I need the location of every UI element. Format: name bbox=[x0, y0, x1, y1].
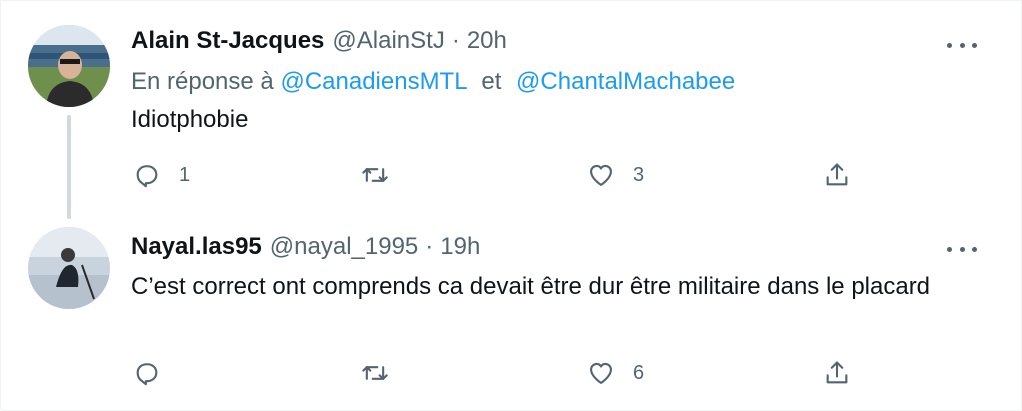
retweet-icon bbox=[362, 168, 388, 182]
tweet-header: Alain St-Jacques @AlainStJ · 20h bbox=[131, 27, 507, 55]
heart-icon bbox=[590, 164, 612, 186]
separator: · bbox=[425, 233, 434, 260]
avatar[interactable] bbox=[28, 227, 110, 309]
timestamp[interactable]: 19h bbox=[440, 233, 480, 261]
author-handle[interactable]: @AlainStJ bbox=[332, 27, 444, 55]
timestamp[interactable]: 20h bbox=[467, 27, 507, 55]
tweet-header: Nayal.las95 @nayal_1995 · 19h bbox=[131, 233, 480, 261]
mention-link[interactable]: @CanadiensMTL bbox=[280, 68, 466, 95]
tweet-thread: Alain St-Jacques @AlainStJ · 20h En répo… bbox=[0, 0, 1022, 411]
reply-count: 1 bbox=[179, 163, 191, 186]
like-button[interactable]: 6 bbox=[587, 353, 644, 393]
share-icon bbox=[826, 163, 848, 186]
tweet-text: C’est correct ont comprends ca devait êt… bbox=[131, 273, 931, 300]
author-handle[interactable]: @nayal_1995 bbox=[270, 233, 418, 261]
reply-button[interactable]: 1 bbox=[133, 155, 190, 195]
more-icon[interactable] bbox=[947, 39, 977, 51]
reply-context: En réponse à @CanadiensMTL et @ChantalMa… bbox=[131, 68, 735, 96]
heart-icon bbox=[590, 362, 612, 384]
author-name[interactable]: Nayal.las95 bbox=[131, 233, 262, 261]
reply-prefix: En réponse à bbox=[131, 68, 274, 95]
retweet-icon bbox=[362, 366, 388, 380]
reply-joiner: et bbox=[481, 68, 502, 95]
share-button[interactable] bbox=[823, 353, 851, 393]
like-count: 6 bbox=[633, 361, 645, 384]
reply-button[interactable] bbox=[133, 353, 179, 393]
action-bar: 1 3 bbox=[131, 155, 871, 195]
avatar[interactable] bbox=[28, 25, 110, 107]
reply-icon bbox=[136, 165, 158, 188]
more-icon[interactable] bbox=[947, 243, 977, 255]
author-name[interactable]: Alain St-Jacques bbox=[131, 27, 324, 55]
share-icon bbox=[826, 361, 848, 384]
share-button[interactable] bbox=[823, 155, 851, 195]
like-count: 3 bbox=[633, 163, 645, 186]
retweet-button[interactable] bbox=[361, 353, 407, 393]
reply-icon bbox=[136, 363, 158, 386]
thread-connector-line bbox=[67, 115, 71, 219]
retweet-button[interactable] bbox=[361, 155, 407, 195]
action-bar: 6 bbox=[131, 353, 871, 393]
mention-link[interactable]: @ChantalMachabee bbox=[516, 68, 735, 95]
tweet[interactable]: Nayal.las95 @nayal_1995 · 19h C’est corr… bbox=[1, 209, 1022, 411]
tweet-text: Idiotphobie bbox=[131, 106, 249, 133]
separator: · bbox=[451, 27, 460, 54]
tweet[interactable]: Alain St-Jacques @AlainStJ · 20h En répo… bbox=[1, 1, 1022, 219]
like-button[interactable]: 3 bbox=[587, 155, 644, 195]
